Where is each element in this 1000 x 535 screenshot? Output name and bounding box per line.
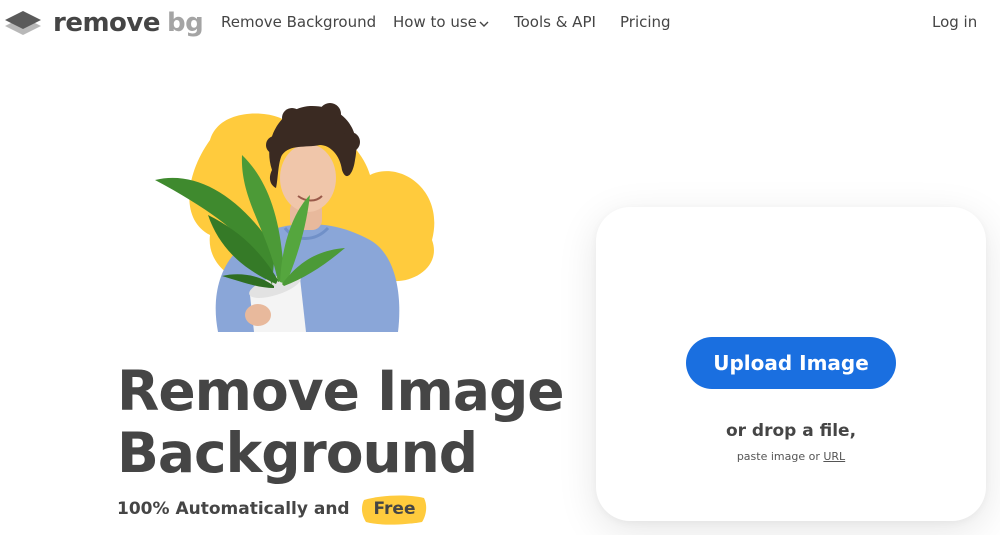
nav-tools-api[interactable]: Tools & API	[514, 13, 596, 31]
subtitle: 100% Automatically and Free	[117, 495, 430, 525]
nav-how-to-use-label: How to use	[393, 13, 477, 31]
chevron-down-icon	[479, 14, 489, 32]
nav-remove-background[interactable]: Remove Background	[221, 13, 376, 31]
logo-text: remove bg	[53, 8, 204, 38]
logo-layers-icon	[5, 11, 41, 35]
free-badge: Free	[360, 495, 430, 525]
upload-card[interactable]: Upload Image or drop a file, paste image…	[596, 207, 986, 521]
logo[interactable]: remove bg	[3, 7, 204, 39]
nav-how-to-use[interactable]: How to use	[393, 13, 489, 32]
hero-image	[155, 103, 435, 332]
title-line-2: Background	[117, 421, 478, 485]
login-link[interactable]: Log in	[932, 13, 977, 31]
top-nav: remove bg Remove Background How to use To…	[0, 0, 1000, 46]
upload-image-button[interactable]: Upload Image	[686, 337, 896, 389]
title-line-1: Remove Image	[117, 359, 565, 423]
url-link[interactable]: URL	[823, 450, 845, 463]
free-badge-label: Free	[373, 499, 416, 519]
paste-hint: paste image or URL	[596, 450, 986, 463]
nav-pricing[interactable]: Pricing	[620, 13, 671, 31]
page-title: Remove Image Background	[117, 359, 565, 485]
subtitle-text: 100% Automatically and	[117, 499, 350, 519]
paste-hint-text: paste image or	[736, 450, 820, 463]
drop-file-text: or drop a file,	[725, 421, 857, 441]
